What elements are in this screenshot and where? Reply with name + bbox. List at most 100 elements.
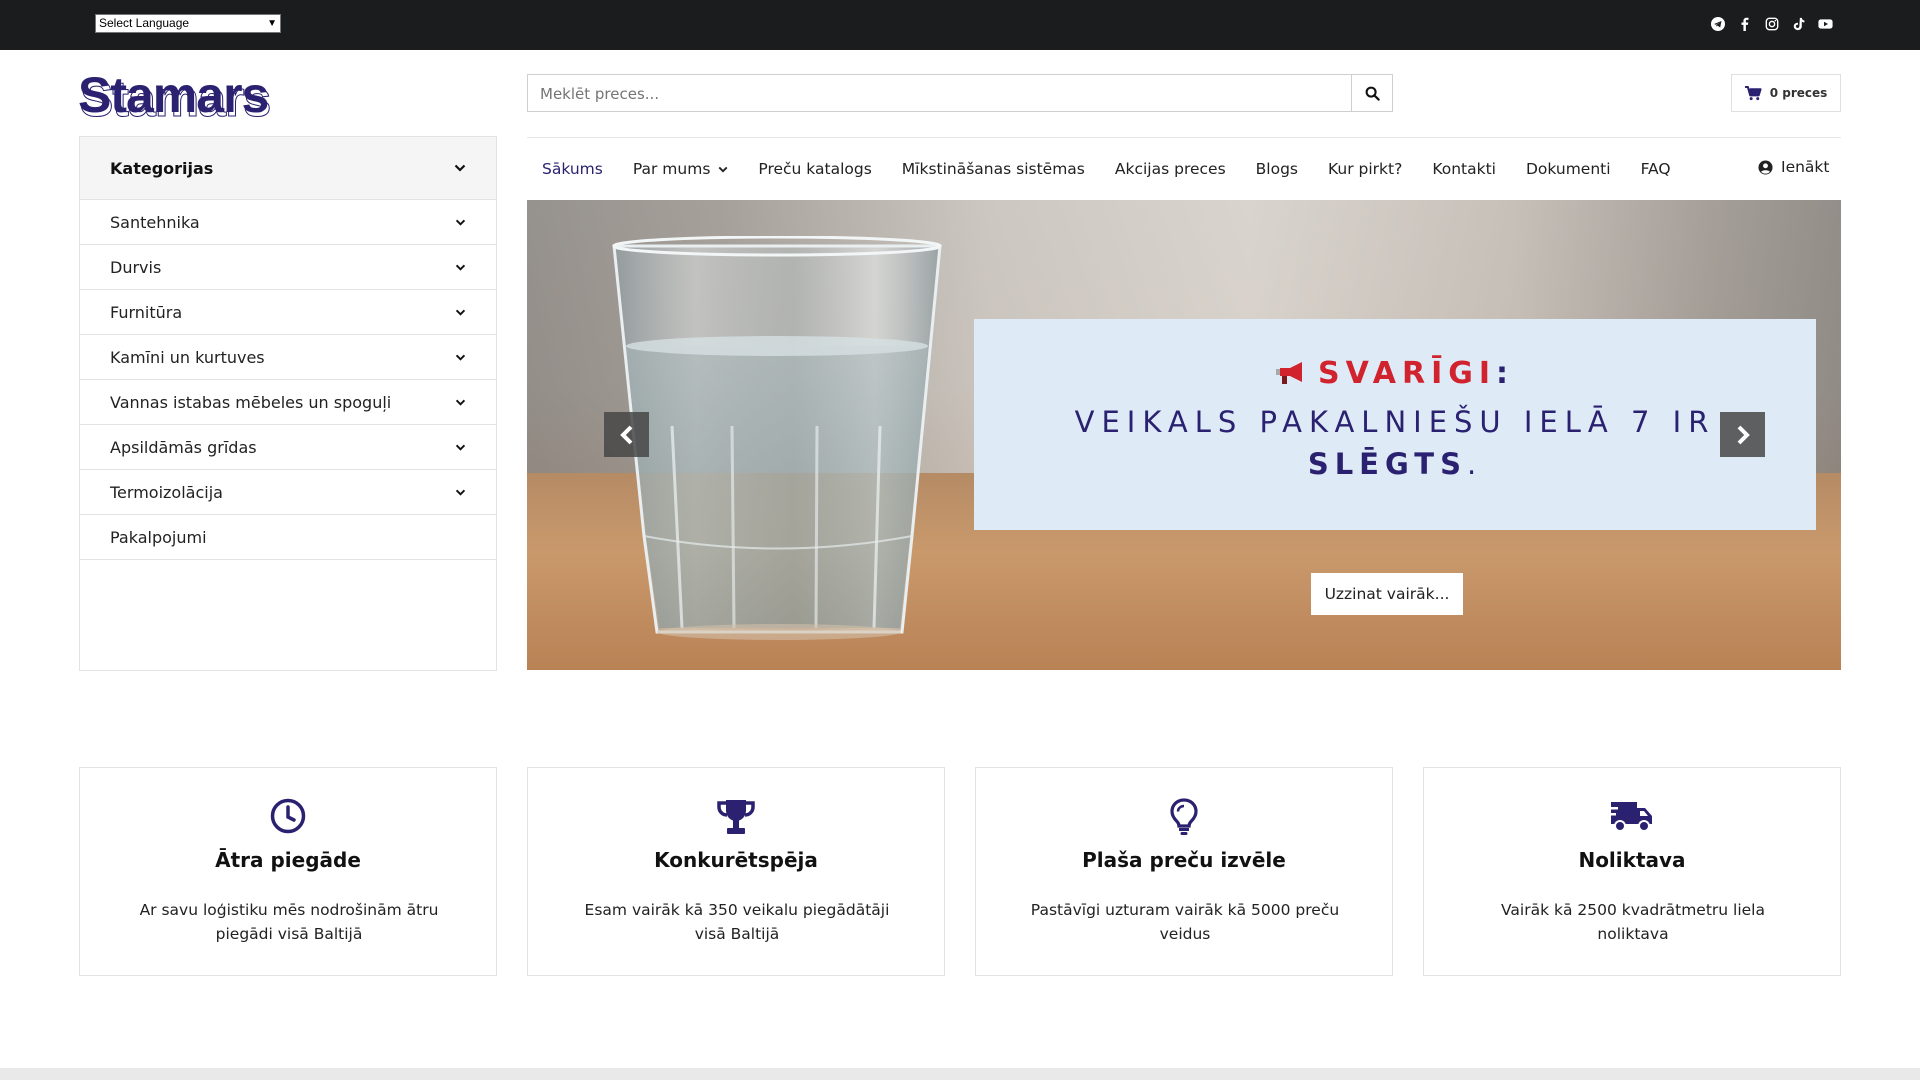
sidebar-item-apsildamas-gridas[interactable]: Apsildāmās grīdas (80, 425, 496, 470)
feature-title: Plaša preču izvēle (1082, 848, 1286, 872)
chevron-down-icon[interactable] (455, 399, 466, 406)
clock-icon (80, 798, 496, 838)
nav-label: Blogs (1255, 160, 1298, 178)
cart-button[interactable]: 0 preces (1731, 74, 1841, 112)
nav-item-blogs[interactable]: Blogs (1256, 160, 1298, 178)
nav-label: Dokumenti (1525, 160, 1611, 178)
tiktok-icon[interactable] (1791, 16, 1806, 31)
announcement-banner: SVARĪGI: VEIKALS PAKALNIEŠU IELĀ 7 IR SL… (974, 319, 1816, 530)
feature-title: Ātra piegāde (215, 848, 361, 872)
header-divider (527, 137, 1841, 138)
sidebar-item-kamini[interactable]: Kamīni un kurtuves (80, 335, 496, 380)
youtube-icon[interactable] (1818, 16, 1833, 31)
nav-item-mikstinasanas-sistemas[interactable]: Mīkstināšanas sistēmas (902, 160, 1085, 178)
nav-item-sakums[interactable]: Sākums (542, 160, 603, 178)
megaphone-icon (1275, 362, 1302, 384)
nav-label: FAQ (1640, 160, 1671, 178)
sidebar-item-label: Durvis (110, 257, 162, 277)
chevron-down-icon: ▼ (267, 18, 277, 29)
feature-title: Noliktava (1578, 848, 1686, 872)
chevron-down-icon[interactable] (455, 264, 466, 271)
chevron-down-icon[interactable] (455, 354, 466, 361)
nav-item-kontakti[interactable]: Kontakti (1432, 160, 1496, 178)
main-nav: Sākums Par mums Preču katalogs Mīkstināš… (527, 157, 1686, 181)
nav-label: Preču katalogs (758, 160, 872, 178)
truck-icon (1424, 798, 1840, 838)
chevron-down-icon[interactable] (455, 219, 466, 226)
language-select[interactable]: Select Language ▼ (95, 14, 281, 33)
nav-label: Mīkstināšanas sistēmas (901, 160, 1085, 178)
announcement-period: . (1466, 447, 1483, 481)
search-placeholder: Meklēt preces... (540, 85, 660, 103)
sidebar-item-label: Apsildāmās grīdas (110, 437, 257, 457)
cart-count: 0 preces (1769, 86, 1828, 100)
nav-label: Sākums (542, 160, 603, 178)
nav-item-dokumenti[interactable]: Dokumenti (1526, 160, 1611, 178)
user-circle-icon (1758, 159, 1773, 175)
nav-label: Kontakti (1432, 160, 1496, 178)
slider-next-button[interactable] (1720, 412, 1765, 457)
sidebar-item-label: Kamīni un kurtuves (110, 347, 265, 367)
category-sidebar: Kategorijas Santehnika Durvis Furnitūra … (79, 136, 497, 671)
social-links (1710, 16, 1833, 31)
chevron-down-icon (454, 164, 466, 172)
announcement-headline: SVARĪGI: (974, 356, 1816, 391)
login-label: Ienākt (1781, 158, 1830, 176)
feature-text: Vairāk kā 2500 kvadrātmetru liela nolikt… (1501, 901, 1765, 943)
telegram-icon[interactable] (1710, 16, 1725, 31)
login-link[interactable]: Ienākt (1758, 158, 1829, 176)
sidebar-item-label: Santehnika (110, 212, 200, 232)
feature-card-delivery: Ātra piegāde Ar savu loģistiku mēs nodro… (79, 767, 497, 976)
sidebar-item-label: Termoizolācija (110, 482, 223, 502)
sidebar-item-termoizolacija[interactable]: Termoizolācija (80, 470, 496, 515)
sidebar-item-label: Vannas istabas mēbeles un spoguļi (110, 392, 392, 412)
feature-title: Konkurētspēja (654, 848, 818, 872)
cart-icon (1744, 85, 1762, 100)
sidebar-item-santehnika[interactable]: Santehnika (80, 200, 496, 245)
feature-text: Esam vairāk kā 350 veikalu piegādātāji v… (584, 901, 890, 943)
learn-more-button[interactable]: Uzzinat vairāk... (1311, 573, 1463, 615)
feature-card-competitiveness: Konkurētspēja Esam vairāk kā 350 veikalu… (527, 767, 945, 976)
feature-card-selection: Plaša preču izvēle Pastāvīgi uzturam vai… (975, 767, 1393, 976)
announcement-colon: : (1496, 356, 1515, 391)
search-input[interactable]: Meklēt preces... (527, 74, 1393, 112)
nav-label: Akcijas preces (1114, 160, 1226, 178)
chevron-left-icon (619, 425, 632, 444)
hero-slider: SVARĪGI: VEIKALS PAKALNIEŠU IELĀ 7 IR SL… (527, 200, 1841, 670)
nav-label: Kur pirkt? (1328, 160, 1403, 178)
sidebar-item-furnitura[interactable]: Furnitūra (80, 290, 496, 335)
lightbulb-icon (976, 798, 1392, 838)
sidebar-item-label: Furnitūra (110, 302, 183, 322)
sidebar-item-vannas-istabas[interactable]: Vannas istabas mēbeles un spoguļi (80, 380, 496, 425)
chevron-right-icon (1737, 425, 1750, 444)
nav-item-akcijas-preces[interactable]: Akcijas preces (1115, 160, 1226, 178)
trophy-icon (528, 798, 944, 838)
search-button[interactable] (1351, 74, 1393, 112)
chevron-down-icon (718, 166, 728, 172)
site-logo[interactable]: Stamars Stamars (78, 70, 272, 125)
learn-more-label: Uzzinat vairāk... (1324, 585, 1450, 603)
categories-header[interactable]: Kategorijas (80, 137, 496, 200)
footer-strip (0, 1068, 1920, 1080)
announcement-status: SLĒGTS. (974, 447, 1816, 481)
announcement-status-word: SLĒGTS (1307, 447, 1467, 481)
water-glass-image (612, 236, 942, 640)
chevron-down-icon[interactable] (455, 489, 466, 496)
instagram-icon[interactable] (1764, 16, 1779, 31)
nav-item-kur-pirkt[interactable]: Kur pirkt? (1328, 160, 1402, 178)
chevron-down-icon[interactable] (455, 444, 466, 451)
facebook-icon[interactable] (1737, 16, 1752, 31)
sidebar-item-pakalpojumi[interactable]: Pakalpojumi (80, 515, 496, 560)
sidebar-item-durvis[interactable]: Durvis (80, 245, 496, 290)
top-bar: Select Language ▼ (0, 0, 1920, 50)
search-icon (1365, 86, 1380, 101)
chevron-down-icon[interactable] (455, 309, 466, 316)
feature-text: Ar savu loģistiku mēs nodrošinām ātru pi… (139, 901, 439, 943)
nav-item-faq[interactable]: FAQ (1641, 160, 1671, 178)
language-select-value: Select Language (99, 16, 190, 30)
nav-item-precu-katalogs[interactable]: Preču katalogs (758, 160, 871, 178)
slider-prev-button[interactable] (604, 412, 649, 457)
sidebar-item-label: Pakalpojumi (110, 527, 207, 547)
feature-text: Pastāvīgi uzturam vairāk kā 5000 preču v… (1030, 901, 1340, 943)
nav-item-par-mums[interactable]: Par mums (633, 160, 729, 178)
